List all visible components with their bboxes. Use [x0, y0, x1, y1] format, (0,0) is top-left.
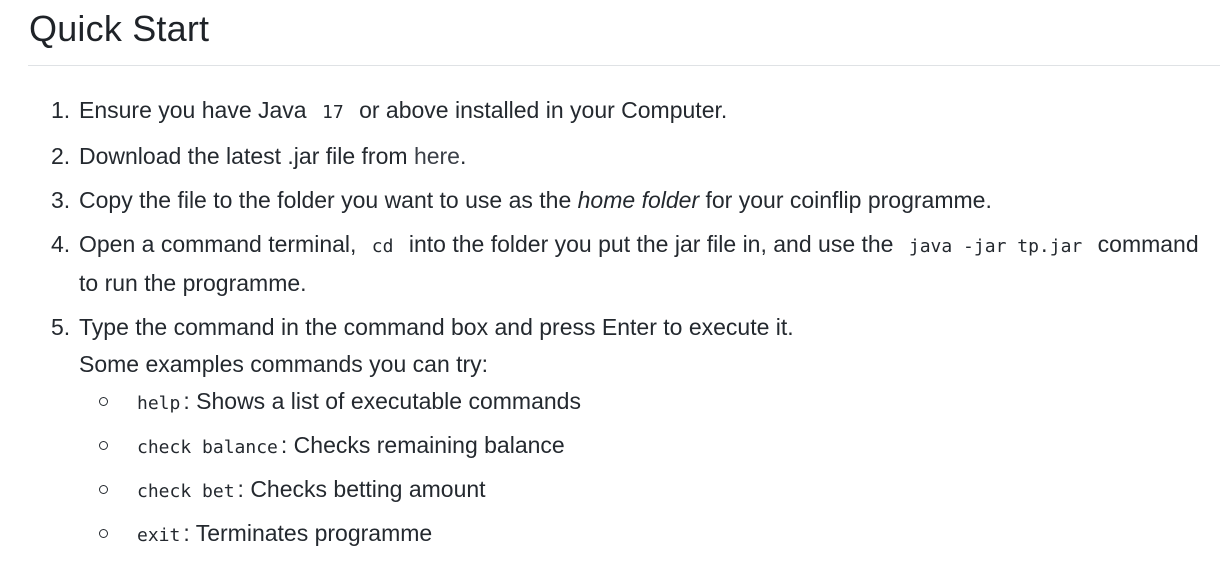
example-command-item: check balance: Checks remaining balance	[79, 427, 1209, 471]
quick-start-section: Quick Start 1. Ensure you have Java 17 o…	[0, 0, 1220, 564]
step-text: Download the latest .jar file from	[79, 143, 408, 169]
step-text: for your coinflip programme.	[705, 187, 992, 213]
step-text: Ensure you have Java	[79, 97, 307, 123]
circle-bullet-icon	[99, 397, 108, 406]
step-item-5: 5. Type the command in the command box a…	[51, 309, 1209, 559]
step-text: Type the command in the command box and …	[79, 314, 794, 340]
step-number: 4.	[51, 231, 71, 257]
step-number: 5.	[51, 314, 71, 340]
step-item-1: 1. Ensure you have Java 17 or above inst…	[51, 92, 1209, 131]
inline-code: cd	[371, 236, 394, 257]
command-description: : Shows a list of executable commands	[183, 388, 581, 414]
command-description: : Checks remaining balance	[280, 432, 565, 458]
circle-bullet-icon	[99, 529, 108, 538]
heading-divider	[28, 65, 1220, 66]
example-command-item: exit: Terminates programme	[79, 515, 1209, 559]
step-number: 2.	[51, 143, 71, 169]
inline-code: java -jar tp.jar	[908, 236, 1083, 257]
command-code: help	[137, 393, 181, 414]
command-code: check balance	[137, 437, 278, 458]
step-item-2: 2. Download the latest .jar file from he…	[51, 138, 1209, 175]
step-text: into the folder you put the jar file in,…	[408, 231, 894, 257]
command-code: exit	[137, 525, 181, 546]
step-text: or above installed in your Computer.	[359, 97, 728, 123]
example-command-item: help: Shows a list of executable command…	[79, 383, 1209, 427]
emphasis-text: home folder	[577, 187, 700, 213]
step-number: 3.	[51, 187, 71, 213]
circle-bullet-icon	[99, 485, 108, 494]
section-heading: Quick Start	[29, 8, 210, 49]
command-code: check bet	[137, 481, 235, 502]
command-description: : Terminates programme	[183, 520, 433, 546]
step-number: 1.	[51, 97, 71, 123]
circle-bullet-icon	[99, 441, 108, 450]
download-link[interactable]: here	[414, 143, 460, 169]
step-item-3: 3. Copy the file to the folder you want …	[51, 182, 1209, 219]
step-text: Open a command terminal,	[79, 231, 357, 257]
step-subtext: Some examples commands you can try:	[79, 351, 489, 377]
steps-list: 1. Ensure you have Java 17 or above inst…	[51, 92, 1209, 566]
example-command-item: check bet: Checks betting amount	[79, 471, 1209, 515]
example-commands-list: help: Shows a list of executable command…	[79, 383, 1209, 559]
command-description: : Checks betting amount	[237, 476, 486, 502]
step-text: Copy the file to the folder you want to …	[79, 187, 572, 213]
step-item-4: 4. Open a command terminal, cd into the …	[51, 226, 1209, 302]
inline-code: 17	[321, 102, 344, 123]
step-text: .	[459, 143, 467, 169]
